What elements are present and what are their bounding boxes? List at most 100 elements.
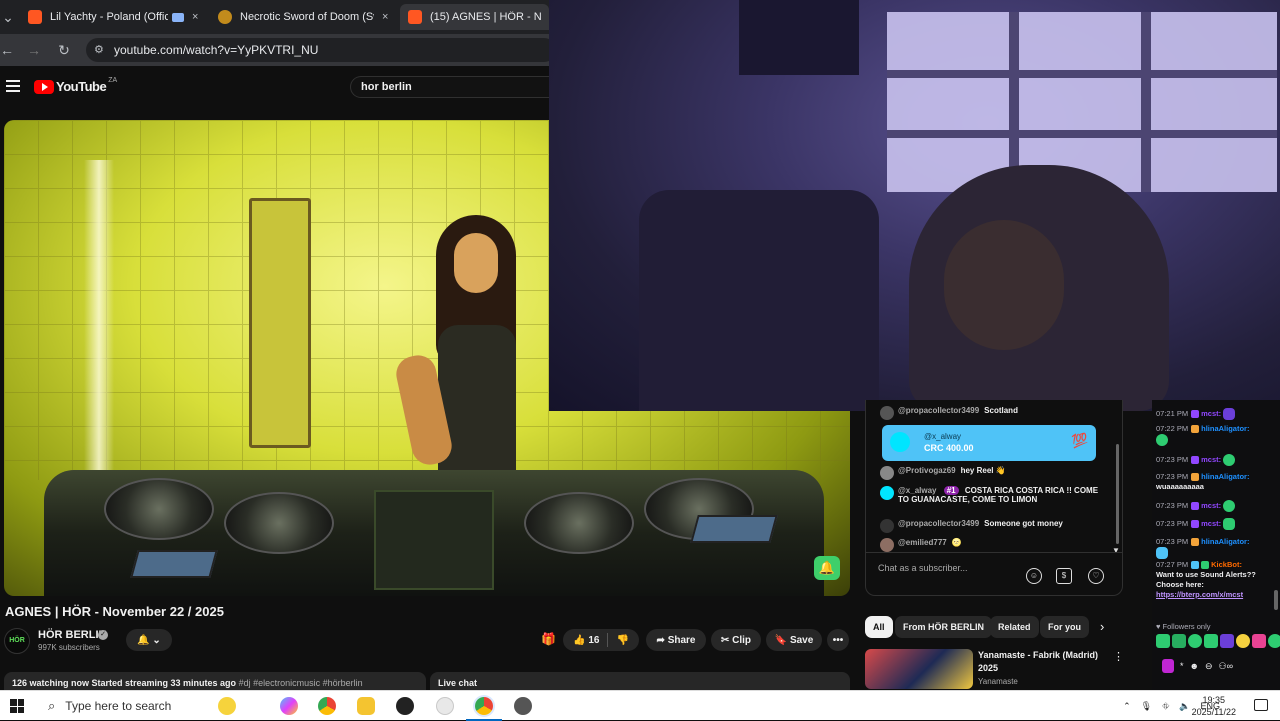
emote-picker-icon[interactable]: ☻ bbox=[1190, 661, 1199, 671]
chat-input[interactable]: Chat as a subscriber... bbox=[878, 563, 1018, 573]
search-icon: ⌕ bbox=[48, 698, 56, 713]
taskbar-search[interactable]: ⌕ Type here to search bbox=[38, 691, 208, 721]
super-chat[interactable]: @x_alway CRC 400.00 💯 bbox=[882, 425, 1096, 461]
back-icon[interactable]: ← bbox=[0, 40, 17, 60]
heart-icon[interactable]: ♡ bbox=[1088, 568, 1104, 584]
twitch-user[interactable]: hlinaAligator: bbox=[1201, 537, 1249, 546]
snipping-tool-icon[interactable] bbox=[436, 697, 454, 715]
obs-icon[interactable] bbox=[396, 697, 414, 715]
volume-icon[interactable]: 🔈 bbox=[1179, 701, 1190, 712]
chat-scrollbar[interactable] bbox=[1116, 444, 1119, 544]
chip-related[interactable]: Related bbox=[990, 616, 1039, 638]
twitch-user[interactable]: hlinaAligator: bbox=[1201, 424, 1249, 433]
emote-icon[interactable] bbox=[1188, 634, 1202, 648]
chat-user[interactable]: @propacollector3499 bbox=[898, 406, 979, 415]
emote-icon bbox=[1223, 500, 1236, 512]
related-video-title[interactable]: Yanamaste - Fabrik (Madrid) 2025 bbox=[978, 649, 1102, 675]
description-bar[interactable]: 126 watching now Started streaming 33 mi… bbox=[4, 672, 426, 692]
sub-badge-icon bbox=[1191, 425, 1200, 434]
clip-button[interactable]: ✂ Clip bbox=[711, 629, 761, 651]
chip-for-you[interactable]: For you bbox=[1040, 616, 1089, 638]
gift-icon[interactable]: 🎁 bbox=[541, 632, 556, 646]
channel-avatar[interactable]: HÖR bbox=[4, 628, 30, 654]
chevron-right-icon[interactable]: › bbox=[1100, 619, 1104, 634]
twitch-link[interactable]: https://bterp.com/x/mcst bbox=[1156, 590, 1243, 599]
wall-shelf bbox=[739, 0, 859, 75]
sub-badge-icon bbox=[1191, 456, 1200, 464]
app-icon[interactable] bbox=[514, 697, 532, 715]
like-count: 16 bbox=[588, 634, 600, 646]
settings-icon[interactable]: ⊖ bbox=[1205, 661, 1213, 672]
emote-icon[interactable] bbox=[1268, 634, 1280, 648]
live-chat-header[interactable]: Live chat bbox=[430, 672, 850, 692]
twitch-user[interactable]: mcst: bbox=[1201, 409, 1221, 418]
emote-icon[interactable] bbox=[1172, 634, 1186, 648]
super-chat-icon[interactable]: $ bbox=[1056, 568, 1072, 584]
windows-start-icon[interactable] bbox=[10, 699, 24, 713]
chat-message: @x_alway #1 COSTA RICA COSTA RICA !! COM… bbox=[880, 486, 1100, 504]
notification-center-icon[interactable] bbox=[1254, 699, 1268, 711]
bing-sparkle-icon[interactable] bbox=[218, 697, 236, 715]
chip-all[interactable]: All bbox=[865, 616, 893, 638]
page-scrollbar[interactable] bbox=[1274, 590, 1278, 610]
notification-bell-icon[interactable]: 🔔 bbox=[814, 556, 840, 580]
network-icon[interactable]: ⛗ bbox=[1162, 701, 1169, 712]
browser-tab-agnes-hor[interactable]: (15) AGNES | HÖR - Novem bbox=[400, 4, 549, 30]
twitch-user[interactable]: hlinaAligator: bbox=[1201, 472, 1249, 481]
chat-user[interactable]: @propacollector3499 bbox=[898, 519, 979, 528]
notifications-dropdown-button[interactable]: 🔔 ⌄ bbox=[126, 629, 172, 651]
chat-user[interactable]: @Protivogaz69 bbox=[898, 466, 956, 475]
scroll-down-icon[interactable]: ▼ bbox=[1112, 546, 1120, 555]
close-tab-icon[interactable]: × bbox=[192, 11, 198, 23]
emote-icon[interactable] bbox=[1236, 634, 1250, 648]
chip-from-channel[interactable]: From HÖR BERLIN bbox=[895, 616, 992, 638]
address-bar[interactable]: ⚙ youtube.com/watch?v=YyPKVTRI_NU bbox=[86, 38, 556, 62]
share-button[interactable]: ➦ Share bbox=[646, 629, 706, 651]
channel-points-icon[interactable] bbox=[1162, 659, 1174, 673]
more-vert-icon[interactable]: ⋮ bbox=[1113, 650, 1124, 663]
bookmark-icon: 🔖 bbox=[774, 634, 788, 646]
followers-only-label: Followers only bbox=[1162, 622, 1211, 631]
sub-badge-icon bbox=[1191, 520, 1200, 528]
emote-icon[interactable] bbox=[1156, 634, 1170, 648]
chrome-icon[interactable] bbox=[318, 697, 336, 715]
region-code: ZA bbox=[108, 77, 118, 84]
mixer-panel bbox=[374, 490, 494, 590]
emoji-icon[interactable]: ☺ bbox=[1026, 568, 1042, 584]
twitch-user[interactable]: KickBot: bbox=[1211, 560, 1242, 569]
forward-icon[interactable]: → bbox=[24, 40, 44, 60]
sparkle-icon[interactable]: * bbox=[1180, 661, 1184, 671]
twitch-user[interactable]: mcst: bbox=[1201, 519, 1221, 528]
menu-icon[interactable] bbox=[6, 80, 20, 92]
reload-icon[interactable]: ↻ bbox=[54, 40, 74, 60]
emote-icon[interactable] bbox=[1252, 634, 1266, 648]
file-explorer-icon[interactable] bbox=[357, 697, 375, 715]
search-input[interactable]: hor berlin bbox=[350, 76, 560, 98]
clock[interactable]: 19:35 2025/11/22 bbox=[1192, 694, 1236, 718]
twitch-user[interactable]: mcst: bbox=[1201, 501, 1221, 510]
copilot-icon[interactable] bbox=[280, 697, 298, 715]
thumbs-down-icon[interactable]: 👎 bbox=[616, 635, 628, 646]
youtube-logo[interactable]: YouTube ZA bbox=[34, 77, 118, 94]
chat-user[interactable]: @x_alway bbox=[898, 486, 937, 495]
user-list-icon[interactable]: ⚇∞ bbox=[1219, 661, 1233, 672]
like-button[interactable]: 👍 16 bbox=[573, 635, 599, 646]
emote-icon[interactable] bbox=[1220, 634, 1234, 648]
tab-search-icon[interactable]: ⌄ bbox=[0, 7, 18, 27]
channel-name[interactable]: HÖR BERLIN bbox=[38, 629, 106, 641]
twitch-user[interactable]: mcst: bbox=[1201, 455, 1221, 464]
chat-user[interactable]: @emilied777 bbox=[898, 538, 947, 547]
chat-text: Scotland bbox=[984, 406, 1018, 415]
close-tab-icon[interactable]: × bbox=[382, 11, 388, 23]
site-info-icon[interactable]: ⚙ bbox=[94, 38, 104, 62]
chevron-up-icon[interactable]: ⌃ bbox=[1123, 701, 1131, 712]
chrome-active-icon[interactable] bbox=[475, 697, 493, 715]
related-video-thumbnail[interactable] bbox=[865, 649, 973, 689]
browser-tab-lil-yachty[interactable]: Lil Yachty - Poland (Official × bbox=[20, 4, 206, 30]
emote-icon[interactable] bbox=[1204, 634, 1218, 648]
related-video-channel[interactable]: Yanamaste bbox=[978, 677, 1018, 686]
microphone-icon[interactable]: 🎙 bbox=[1141, 701, 1152, 712]
more-actions-icon[interactable]: ••• bbox=[827, 629, 849, 651]
save-button[interactable]: 🔖 Save bbox=[766, 629, 822, 651]
browser-tab-necrotic-sword[interactable]: Necrotic Sword of Doom (Swor × bbox=[210, 4, 396, 30]
